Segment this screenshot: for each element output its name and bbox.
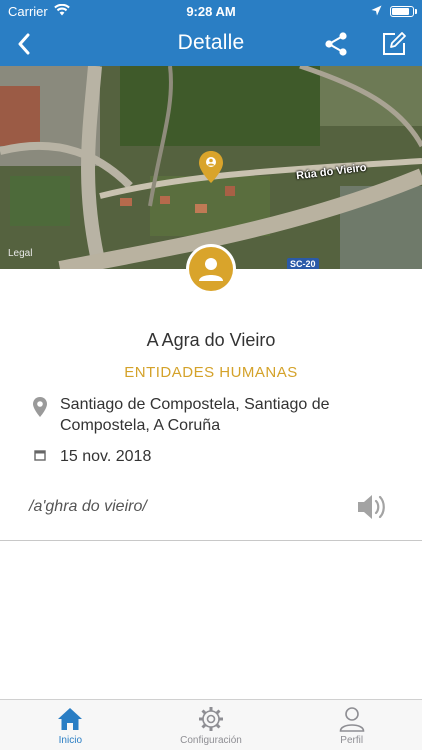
- user-icon: [199, 258, 223, 281]
- place-category: ENTIDADES HUMANAS: [124, 364, 298, 381]
- battery-icon: [390, 6, 417, 17]
- tab-configuracion[interactable]: Configuración: [141, 700, 282, 750]
- edit-button[interactable]: [378, 28, 410, 60]
- share-button[interactable]: [320, 28, 352, 60]
- avatar-circle: [189, 247, 233, 291]
- place-name: A Agra do Vieiro: [146, 330, 276, 350]
- user-icon: [339, 707, 364, 732]
- phonetic-transcription: /a'ghra do vieiro/: [29, 498, 147, 515]
- status-time: 9:28 AM: [186, 4, 236, 19]
- map-road-badge: SC-20: [287, 258, 319, 269]
- home-icon: [58, 708, 83, 730]
- share-icon: [325, 32, 347, 56]
- location-text: Santiago de Compostela, Santiago de Comp…: [60, 396, 330, 434]
- nav-bar: Detalle: [0, 22, 422, 66]
- calendar-icon: [30, 449, 50, 461]
- map-pin-icon: [199, 151, 223, 183]
- avatar: [186, 244, 236, 294]
- tab-inicio[interactable]: Inicio: [0, 700, 141, 750]
- date-text: 15 nov. 2018: [60, 448, 152, 465]
- tab-perfil-label: Perfil: [340, 735, 364, 746]
- status-bar: Carrier 9:28 AM: [0, 0, 422, 22]
- speaker-icon: [358, 495, 385, 519]
- battery-fill: [392, 8, 410, 15]
- map-legal-link[interactable]: Legal: [8, 248, 32, 259]
- tab-inicio-label: Inicio: [58, 735, 83, 746]
- map-view[interactable]: Rúa do Vieiro SC-20 Legal: [0, 66, 422, 269]
- page-title: Detalle: [177, 31, 245, 54]
- tab-perfil[interactable]: Perfil: [281, 700, 422, 750]
- location-row: Santiago de Compostela, Santiago de Comp…: [30, 394, 402, 436]
- location-pin-icon: [30, 397, 50, 417]
- date-row: 15 nov. 2018: [30, 446, 402, 467]
- tab-configuracion-label: Configuración: [180, 735, 242, 746]
- tab-bar: Inicio Configuración Perfil: [0, 699, 422, 750]
- top-bar: Carrier 9:28 AM Detalle: [0, 0, 422, 66]
- status-right: [371, 4, 417, 19]
- edit-icon: [383, 32, 406, 55]
- play-audio-button[interactable]: [354, 490, 388, 524]
- location-arrow-icon: [371, 4, 382, 19]
- gear-icon: [199, 707, 223, 731]
- content-divider: [0, 540, 422, 541]
